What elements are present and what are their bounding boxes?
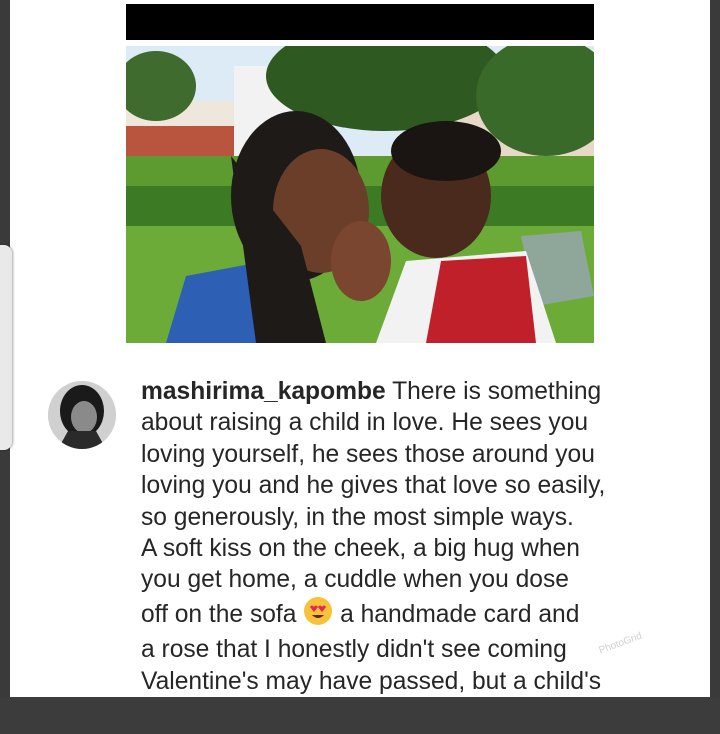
heart-eyes-emoji-icon	[303, 596, 333, 634]
post-card: mashirima_kapombe There is something abo…	[10, 0, 710, 697]
top-image-strip	[126, 4, 594, 40]
post-photo[interactable]	[126, 46, 594, 343]
mother-child-kiss-photo	[126, 46, 594, 343]
profile-avatar-icon	[48, 381, 116, 449]
post-caption: mashirima_kapombe There is something abo…	[141, 376, 661, 697]
edge-panel-handle[interactable]	[0, 245, 12, 450]
username-link[interactable]: mashirima_kapombe	[141, 378, 386, 405]
caption-text: There is something about raising a child…	[141, 378, 606, 628]
avatar[interactable]	[48, 381, 116, 449]
bottom-bar	[0, 697, 720, 734]
